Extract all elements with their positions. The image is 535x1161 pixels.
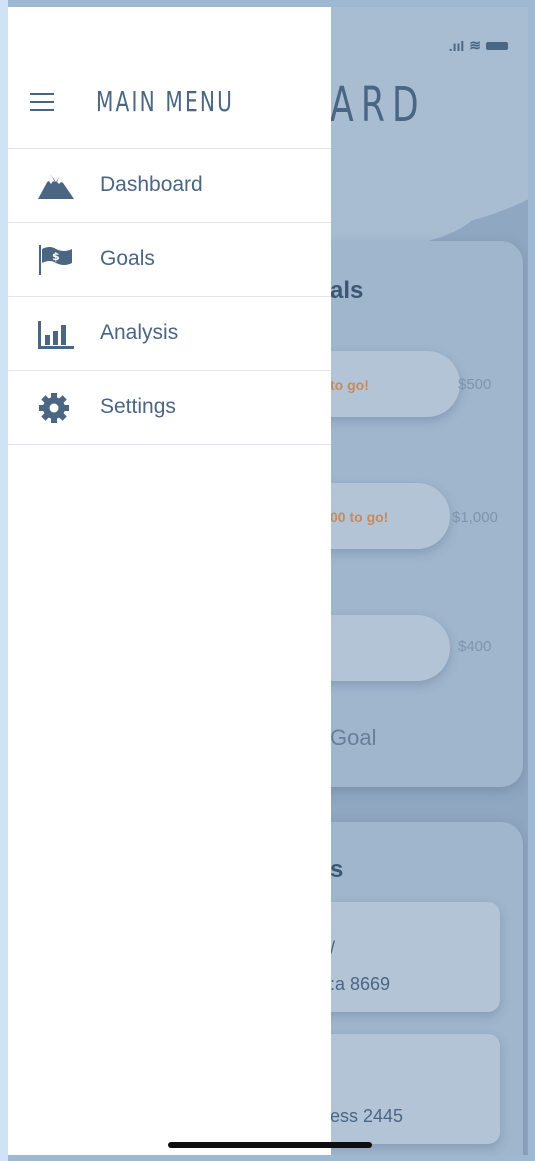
- menu-header: MAIN MENU: [8, 7, 331, 149]
- goal-amount: $1,000: [452, 509, 498, 526]
- mountain-icon: [36, 169, 74, 201]
- svg-text:$: $: [52, 250, 60, 263]
- accounts-card-title: s: [330, 856, 344, 883]
- wifi-icon: ≋: [469, 37, 481, 53]
- goals-card-title: als: [330, 277, 364, 304]
- account-number: ess 2445: [330, 1106, 404, 1126]
- menu-item-dashboard[interactable]: Dashboard: [8, 149, 331, 223]
- menu-item-label: Dashboard: [100, 173, 203, 196]
- menu-item-goals[interactable]: $ Goals: [8, 223, 331, 297]
- goal-amount: $400: [458, 638, 492, 655]
- account-number: :a 8669: [330, 974, 391, 994]
- hamburger-icon[interactable]: [30, 93, 54, 111]
- status-bar: .ııl ≋: [449, 37, 508, 54]
- menu-title: MAIN MENU: [96, 85, 235, 118]
- menu-item-label: Analysis: [100, 321, 179, 344]
- dashboard-title: ARD: [330, 77, 426, 133]
- menu-item-label: Settings: [100, 395, 176, 418]
- bar-chart-icon: [36, 317, 74, 349]
- goal-amount: $500: [458, 376, 492, 393]
- signal-icon: .ııl: [448, 37, 465, 54]
- add-goal-link[interactable]: Goal: [330, 725, 376, 751]
- screen: ARD .ııl ≋ als to go! $500 00 to go! $1,…: [0, 0, 535, 1161]
- home-indicator[interactable]: [168, 1142, 372, 1148]
- battery-icon: [486, 41, 508, 50]
- menu-item-settings[interactable]: Settings: [8, 371, 331, 445]
- menu-item-analysis[interactable]: Analysis: [8, 297, 331, 371]
- flag-icon: $: [36, 243, 72, 275]
- goal-progress-text: 00 to go!: [330, 509, 389, 525]
- main-menu-drawer: MAIN MENU Dashboard $ Goals Analysis Set…: [8, 7, 331, 1155]
- menu-item-label: Goals: [100, 247, 155, 270]
- goal-progress-text: to go!: [330, 377, 369, 393]
- gear-icon: [36, 391, 72, 423]
